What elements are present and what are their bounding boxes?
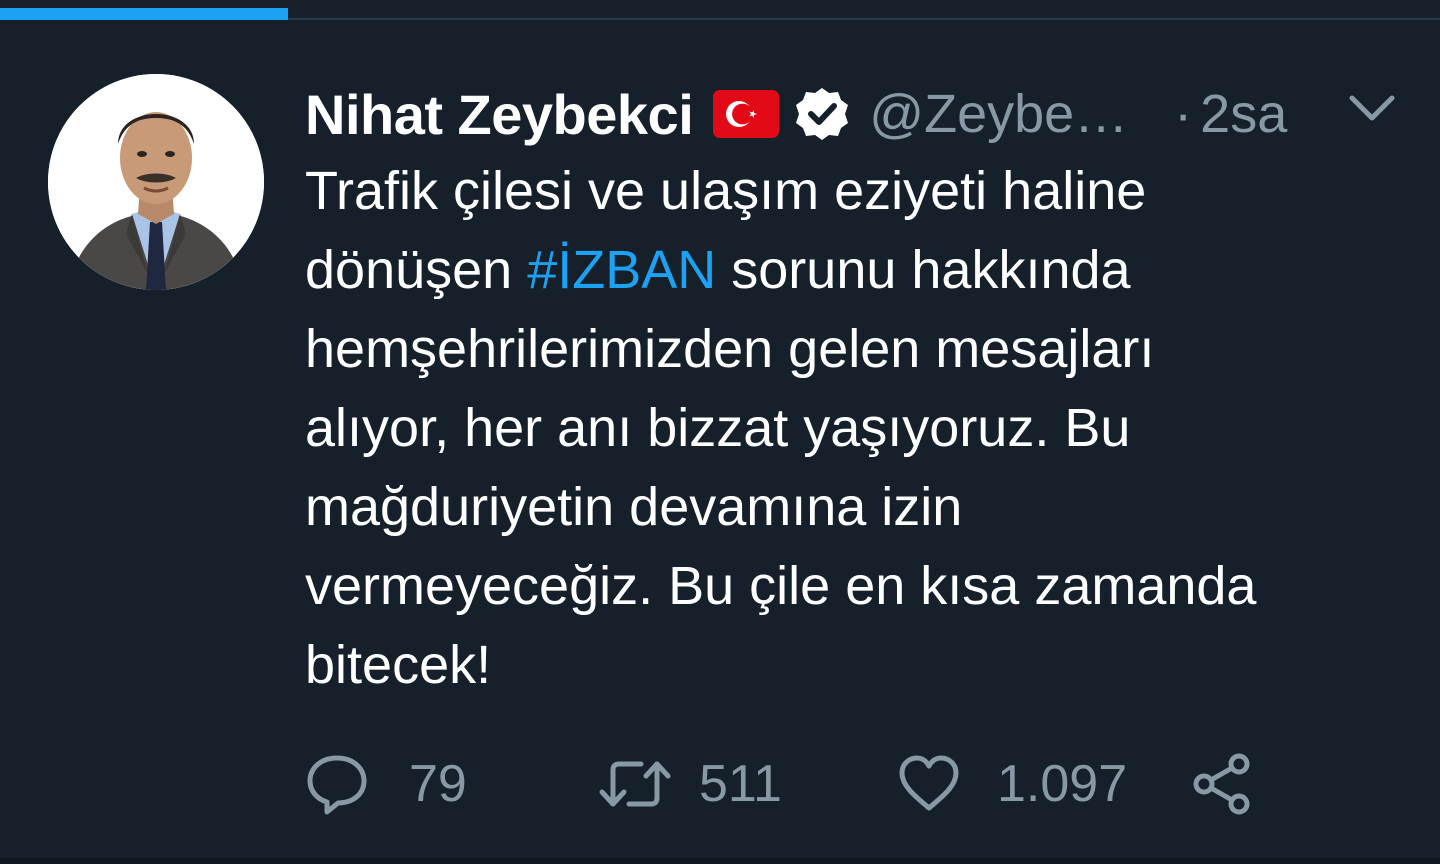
share-icon [1191,752,1255,816]
tweet-screen: Nihat Zeybekci @Zeybe… · 2sa Trafik çile… [0,0,1440,864]
tweet-actions: 79 511 1.097 [305,748,1305,820]
author-handle[interactable]: @Zeybe… [869,83,1128,145]
hashtag-link[interactable]: #İZBAN [527,240,716,300]
reply-icon [305,752,369,816]
turkey-flag-icon [713,90,780,138]
retweet-icon [597,752,673,816]
bottom-divider [0,858,1440,864]
retweet-count: 511 [699,755,782,813]
avatar-photo [48,74,264,290]
like-button[interactable]: 1.097 [897,748,1127,820]
verified-badge-icon [793,85,851,143]
chevron-down-icon[interactable] [1344,88,1400,128]
tweet-text: Trafik çilesi ve ulaşım eziyeti haline d… [305,152,1405,705]
tweet-text-part-2: sorunu hakkında hemşehrilerimizden gelen… [305,240,1257,695]
like-count: 1.097 [997,755,1128,813]
heart-icon [897,752,961,816]
loading-progress-fill [0,8,288,20]
author-name[interactable]: Nihat Zeybekci [305,82,694,147]
tweet-timestamp[interactable]: 2sa [1200,83,1287,145]
retweet-button[interactable]: 511 [597,748,782,820]
share-button[interactable] [1191,748,1255,820]
loading-progress-bar [0,8,1440,20]
reply-button[interactable]: 79 [305,748,467,820]
header-separator: · [1174,84,1193,144]
tweet-header: Nihat Zeybekci @Zeybe… · 2sa [305,82,1305,146]
author-avatar[interactable] [48,74,264,290]
reply-count: 79 [409,755,467,813]
